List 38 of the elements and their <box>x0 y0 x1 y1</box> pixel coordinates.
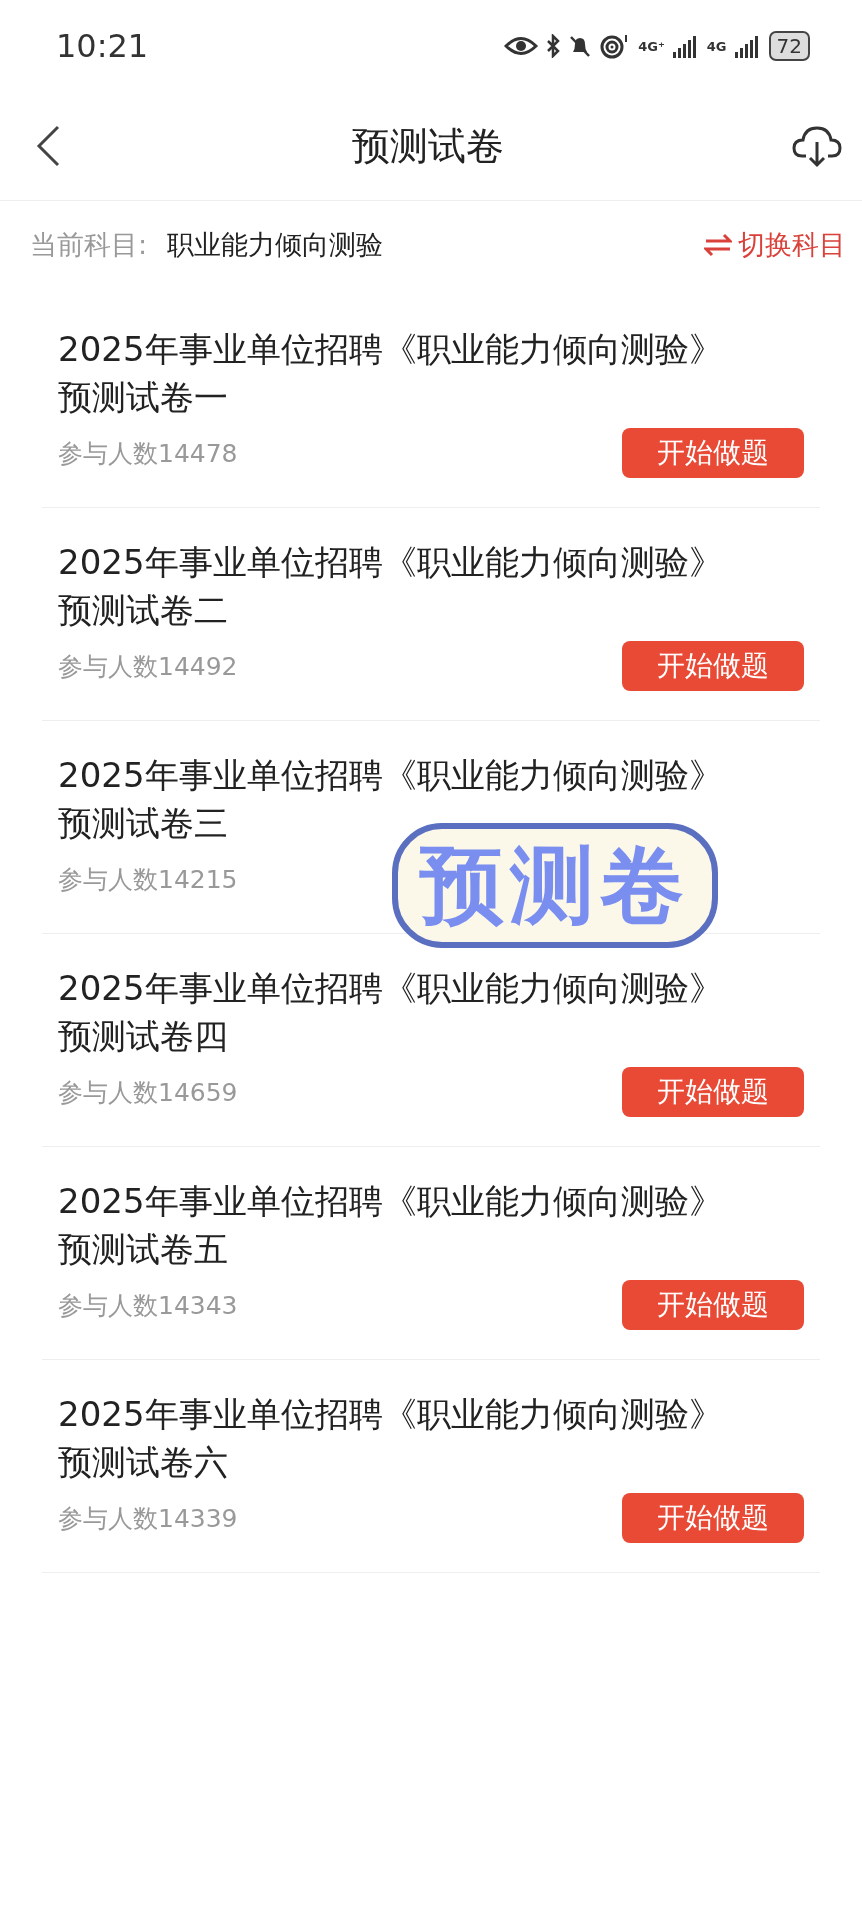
page-title: 预测试卷 <box>352 122 504 170</box>
participant-count: 参与人数14215 <box>58 863 238 896</box>
paper-title[interactable]: 预测试卷六 <box>58 1438 804 1486</box>
signal-icon <box>734 34 761 58</box>
paper-title[interactable]: 2025年事业单位招聘《职业能力倾向测验》 <box>58 325 804 373</box>
battery-level: 72 <box>768 31 810 61</box>
swap-icon <box>704 233 732 257</box>
participant-count: 参与人数14343 <box>58 1289 238 1322</box>
switch-subject-button[interactable]: 切换科目 <box>704 227 846 263</box>
participant-count: 参与人数14659 <box>58 1076 238 1109</box>
paper-title[interactable]: 2025年事业单位招聘《职业能力倾向测验》 <box>58 751 804 799</box>
participant-count: 参与人数14478 <box>58 437 238 470</box>
eye-icon <box>504 35 539 57</box>
muted-bell-icon <box>568 34 593 58</box>
paper-title[interactable]: 预测试卷二 <box>58 586 804 634</box>
network-label: 4G⁺ <box>638 39 665 53</box>
start-button[interactable]: 开始做题 <box>622 641 804 691</box>
cloud-download-icon[interactable] <box>792 124 842 168</box>
start-button[interactable]: 开始做题 <box>622 1067 804 1117</box>
participant-count: 参与人数14339 <box>58 1502 238 1535</box>
participant-count: 参与人数14492 <box>58 650 238 683</box>
paper-title[interactable]: 预测试卷一 <box>58 373 804 421</box>
subject-label: 当前科目: <box>30 228 148 262</box>
paper-title[interactable]: 2025年事业单位招聘《职业能力倾向测验》 <box>58 538 804 586</box>
paper-title[interactable]: 预测试卷五 <box>58 1225 804 1273</box>
paper-title[interactable]: 2025年事业单位招聘《职业能力倾向测验》 <box>58 1177 804 1225</box>
sticker: 预测卷 <box>392 823 718 949</box>
network-label: 4G <box>706 39 727 53</box>
start-button[interactable]: 开始做题 <box>622 428 804 478</box>
bluetooth-icon <box>546 34 561 58</box>
paper-title[interactable]: 2025年事业单位招聘《职业能力倾向测验》 <box>58 964 804 1012</box>
subject-value: 职业能力倾向测验 <box>167 228 385 262</box>
signal-icon <box>672 34 699 58</box>
paper-title[interactable]: 2025年事业单位招聘《职业能力倾向测验》 <box>58 1390 804 1438</box>
paper-title[interactable]: 预测试卷四 <box>58 1012 804 1060</box>
start-button[interactable]: 开始做题 <box>622 1493 804 1543</box>
status-time: 10:21 <box>56 27 149 65</box>
start-button[interactable]: 开始做题 <box>622 1280 804 1330</box>
